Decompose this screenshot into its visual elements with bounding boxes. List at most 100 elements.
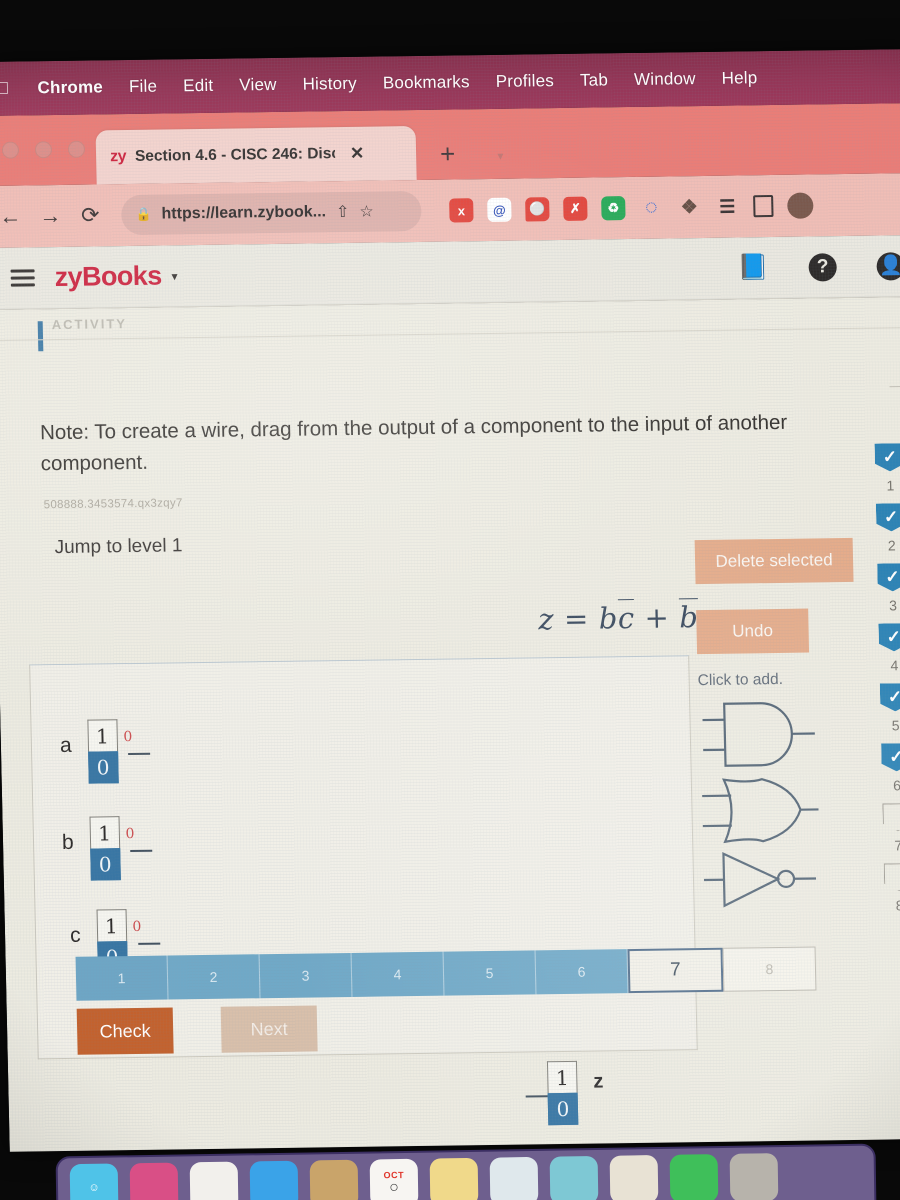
extension-sidepanel-icon[interactable] xyxy=(753,195,774,218)
level-badge-1-done[interactable]: ✓ xyxy=(875,443,900,471)
dock-app-launchpad[interactable] xyxy=(189,1161,239,1200)
input-c-wire[interactable] xyxy=(138,942,161,945)
next-button[interactable]: Next xyxy=(220,1005,318,1053)
profile-avatar[interactable] xyxy=(787,192,814,219)
extension-playlist-icon[interactable]: ☰ xyxy=(715,194,740,218)
input-a-value-one[interactable]: 1 xyxy=(87,719,118,752)
and-gate[interactable] xyxy=(698,694,820,774)
dock-app-notes[interactable] xyxy=(429,1157,479,1200)
scroll-region-corner[interactable] xyxy=(888,362,900,388)
menu-item-chrome[interactable]: Chrome xyxy=(37,77,103,98)
not-gate[interactable] xyxy=(701,846,822,912)
bookmark-icon[interactable]: ☆ xyxy=(359,202,374,222)
level-slot-3[interactable]: ✓ 3 xyxy=(877,563,900,613)
undo-button[interactable]: Undo xyxy=(696,608,810,655)
menu-item-help[interactable]: Help xyxy=(721,68,757,88)
level-badge-6-done[interactable]: ✓ xyxy=(881,743,900,771)
progress-cell-5[interactable]: 5 xyxy=(443,950,537,996)
level-slot-1[interactable]: ✓ 1 xyxy=(875,443,900,493)
output-z-wire[interactable] xyxy=(525,1095,548,1098)
progress-cell-6[interactable]: 6 xyxy=(535,949,629,995)
dock-app-finder[interactable]: ☺ xyxy=(69,1163,119,1200)
progress-cell-4[interactable]: 4 xyxy=(351,951,445,997)
menu-item-edit[interactable]: Edit xyxy=(183,76,214,96)
extension-honey-icon[interactable]: ◌ xyxy=(639,196,664,220)
output-toggle-z[interactable]: 1 0 xyxy=(546,1060,579,1126)
delete-selected-button[interactable]: Delete selected xyxy=(694,537,854,585)
input-a-value-zero[interactable]: 0 xyxy=(87,751,119,784)
extension-bubble-icon[interactable]: ⚪ xyxy=(525,197,550,222)
browser-tab[interactable]: zy Section 4.6 - CISC 246: Discre ✕ xyxy=(95,126,417,185)
level-slot-7[interactable]: 7 xyxy=(882,803,900,853)
menu-item-file[interactable]: File xyxy=(129,77,158,97)
check-button[interactable]: Check xyxy=(76,1007,174,1055)
level-badge-8-todo[interactable] xyxy=(884,863,900,891)
back-button[interactable]: ← xyxy=(0,203,24,229)
or-gate[interactable] xyxy=(700,772,822,848)
close-tab-icon[interactable]: ✕ xyxy=(350,144,365,164)
forward-button[interactable]: → xyxy=(37,203,64,229)
extension-shuffle-icon[interactable]: ✗ xyxy=(563,196,588,221)
address-bar[interactable]: 🔒 https://learn.zybook... ⇧ ☆ xyxy=(120,190,422,236)
reload-button[interactable]: ⟳ xyxy=(77,202,104,228)
dock-app-messages[interactable] xyxy=(669,1154,719,1200)
share-icon[interactable]: ⇧ xyxy=(336,202,350,222)
level-badge-5-done[interactable]: ✓ xyxy=(880,683,900,711)
circuit-input-a[interactable]: a 1 0 0 xyxy=(59,719,151,784)
input-toggle-a[interactable]: 1 0 xyxy=(87,719,119,784)
extension-puzzle-icon[interactable]: ❖ xyxy=(677,195,702,219)
level-badge-4-done[interactable]: ✓ xyxy=(878,623,900,651)
new-tab-button[interactable]: + xyxy=(440,138,456,169)
input-b-value-zero[interactable]: 0 xyxy=(89,848,121,881)
level-slot-5[interactable]: ✓ 5 xyxy=(880,683,900,733)
menu-item-bookmarks[interactable]: Bookmarks xyxy=(383,72,470,93)
dock-app-siri[interactable] xyxy=(129,1162,179,1200)
extension-recycle-icon[interactable]: ♻ xyxy=(601,196,626,221)
menu-item-history[interactable]: History xyxy=(302,74,357,95)
level-slot-6[interactable]: ✓ 6 xyxy=(881,743,900,793)
progress-cell-2[interactable]: 2 xyxy=(167,954,261,1000)
dock-app-mail[interactable] xyxy=(249,1160,299,1200)
minimize-window-button[interactable] xyxy=(34,141,53,159)
zoom-window-button[interactable] xyxy=(67,140,86,158)
input-b-wire[interactable] xyxy=(130,849,153,853)
dock-app-appstore[interactable] xyxy=(609,1154,659,1200)
progress-cell-8[interactable]: 8 xyxy=(722,946,817,992)
menu-item-profiles[interactable]: Profiles xyxy=(495,71,554,92)
dock-app-settings[interactable] xyxy=(729,1153,779,1200)
progress-cell-1[interactable]: 1 xyxy=(75,955,169,1001)
input-b-value-one[interactable]: 1 xyxy=(89,816,120,849)
window-traffic-lights[interactable] xyxy=(1,140,86,159)
menu-item-tab[interactable]: Tab xyxy=(580,70,608,90)
dock-app-calendar[interactable]: OCT ○ xyxy=(369,1158,419,1200)
hamburger-icon[interactable] xyxy=(10,269,35,287)
dock-app-podcasts[interactable] xyxy=(549,1155,599,1200)
dock-app-maps[interactable] xyxy=(489,1156,539,1200)
level-slot-8[interactable]: 8 xyxy=(884,863,900,913)
catalog-icon[interactable]: 📘 xyxy=(737,253,769,281)
level-badge-3-done[interactable]: ✓ xyxy=(877,563,900,591)
input-c-value-one[interactable]: 1 xyxy=(96,909,127,942)
help-icon[interactable]: ? xyxy=(808,252,837,282)
level-badge-2-done[interactable]: ✓ xyxy=(876,503,900,531)
menu-item-view[interactable]: View xyxy=(239,75,277,96)
progress-cell-3[interactable]: 3 xyxy=(259,952,353,999)
level-badge-7-todo[interactable] xyxy=(882,803,900,831)
level-slot-2[interactable]: ✓ 2 xyxy=(876,503,900,553)
circuit-input-b[interactable]: b 1 0 0 xyxy=(61,816,153,881)
extension-at-icon[interactable]: @ xyxy=(487,197,512,223)
menu-item-window[interactable]: Window xyxy=(634,69,696,90)
level-slot-4[interactable]: ✓ 4 xyxy=(878,623,900,673)
extension-x-icon[interactable]: x xyxy=(449,198,474,223)
dock-app-photos[interactable] xyxy=(309,1159,359,1200)
input-toggle-b[interactable]: 1 0 xyxy=(89,816,121,881)
zybooks-logo[interactable]: zyBooks xyxy=(54,261,162,293)
input-a-wire[interactable] xyxy=(128,752,151,756)
chevron-down-icon[interactable]: ▾ xyxy=(171,269,177,283)
circuit-output-z[interactable]: 1 0 z xyxy=(525,1060,604,1126)
tab-search-icon[interactable]: ▾ xyxy=(497,149,503,163)
apple-logo-icon[interactable]:  xyxy=(0,79,10,99)
close-window-button[interactable] xyxy=(1,141,20,159)
level-progress-bar[interactable]: 1 2 3 4 5 6 7 8 xyxy=(75,946,817,1001)
account-icon[interactable]: 👤 xyxy=(876,251,900,281)
